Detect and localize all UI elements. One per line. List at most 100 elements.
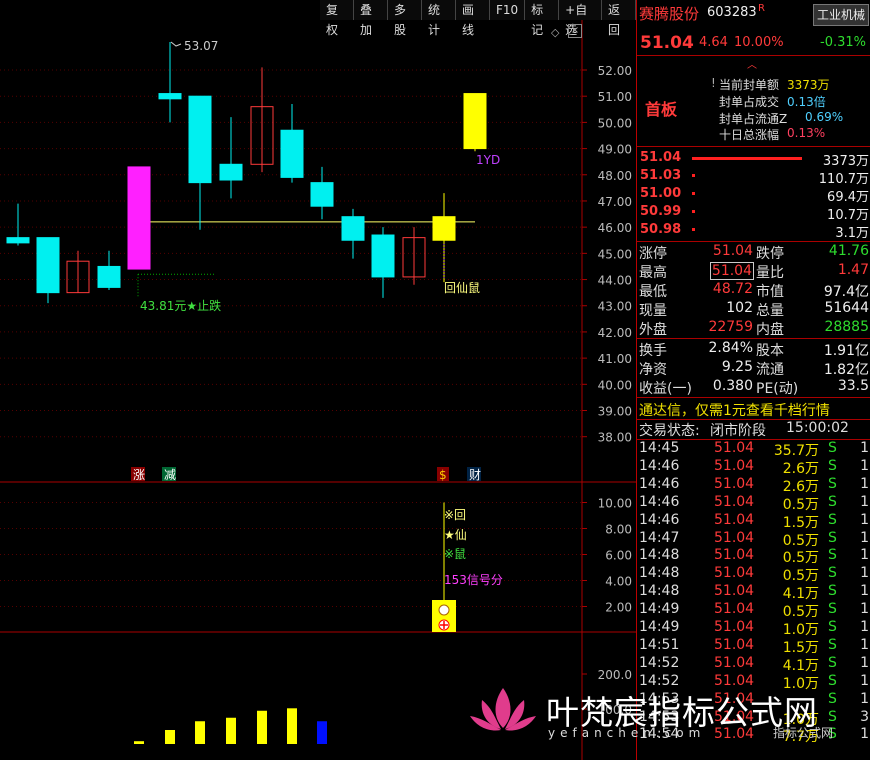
collapse-icon[interactable]: ︿ [747, 56, 757, 71]
candle-body [6, 237, 30, 244]
indicator-tick-label: 10.00 [598, 497, 632, 511]
watermark-url: yefanchen.com [548, 726, 706, 740]
fuquan-button[interactable]: 复权 [320, 0, 354, 37]
tick-price: 51.04 [714, 457, 755, 474]
tick-price: 51.04 [714, 547, 755, 564]
back-button[interactable]: 返回 [601, 0, 636, 37]
add-watchlist-button[interactable]: +自选 [559, 0, 602, 37]
quote-value: 22759 [708, 319, 753, 335]
tick-price: 51.04 [714, 493, 755, 510]
tick-price: 51.04 [714, 583, 755, 600]
tick-count: 1 [860, 636, 869, 653]
quote-key: 换手 [639, 343, 667, 359]
multi-stock-button[interactable]: 多股 [388, 0, 422, 37]
close-icon[interactable]: × [568, 24, 582, 38]
tick-price: 51.04 [714, 475, 755, 492]
volume-bar [195, 721, 205, 744]
yd-label: 1YD [476, 153, 500, 167]
candle-body [280, 129, 304, 178]
toolbar: 复权 叠加 多股 统计 画线 F10 标记 +自选 返回 [320, 0, 636, 37]
book-price: 50.99 [640, 204, 682, 219]
tick-side: S [828, 529, 837, 546]
draw-line-button[interactable]: 画线 [456, 0, 490, 37]
book-volume: 3.1万 [835, 226, 869, 241]
kline-chart[interactable]: 52.00 51.00 50.00 49.00 48.00 47.00 46.00 45.00… [0, 0, 636, 760]
watermark-tag: 指标公式网 [773, 726, 834, 740]
limit-value: 3373万 [787, 78, 830, 92]
diamond-icon[interactable]: ◇ [551, 26, 559, 39]
quote-key: 股本 [756, 343, 784, 359]
price-tick-label: 49.00 [598, 143, 632, 157]
price-tick-label: 51.00 [598, 90, 632, 104]
sector-button[interactable]: 工业机械 [813, 4, 869, 26]
tick-count: 1 [860, 547, 869, 564]
quote-key: 涨停 [639, 246, 667, 262]
status-time: 15:00:02 [786, 420, 849, 436]
signal-label: 回仙鼠 [444, 281, 480, 295]
quote-key: 市值 [756, 284, 784, 300]
candle-body [463, 93, 487, 150]
rzrq-flag: R [758, 3, 765, 14]
quote-value: 1.91亿 [823, 343, 869, 359]
tick-time: 14:46 [639, 475, 680, 492]
limit-value: 0.13倍 [787, 95, 826, 109]
promo-link[interactable]: 通达信，仅需1元查看千档行情 [639, 400, 870, 420]
volume-bar [257, 710, 267, 744]
mark-button[interactable]: 标记 [525, 0, 560, 37]
tick-time: 14:51 [639, 636, 680, 653]
tick-price: 51.04 [714, 565, 755, 582]
book-price: 50.98 [640, 222, 682, 237]
tick-time: 14:47 [639, 529, 680, 546]
quote-key: 净资 [639, 362, 667, 378]
book-bar [692, 228, 695, 231]
tick-price: 51.04 [714, 636, 755, 653]
limit-key: 十日总涨幅 [719, 128, 780, 142]
quote-key: PE(动) [756, 381, 799, 397]
tick-side: S [828, 511, 837, 528]
tick-price: 51.04 [714, 511, 755, 528]
tick-count: 1 [860, 619, 869, 635]
limit-value: 0.69% [805, 110, 844, 124]
cai-marker: 财 [469, 468, 481, 482]
limit-key: 当前封单额 [719, 78, 780, 92]
book-price: 51.00 [640, 186, 682, 201]
tick-row: 14:46 51.04 0.5万 S 1 [637, 493, 870, 513]
high-label: 53.07 [184, 39, 218, 53]
tick-count: 1 [860, 601, 869, 618]
high-pointer [170, 41, 182, 47]
sector-change: -0.31% [820, 35, 866, 50]
tick-row: 14:46 51.04 1.5万 S 1 [637, 511, 870, 531]
quote-key: 总量 [756, 303, 784, 319]
tick-side: S [828, 440, 837, 456]
indicator-tick-label: 4.00 [605, 575, 632, 589]
first-board-tag: 首板 [645, 100, 678, 119]
quote-key: 流通 [756, 362, 784, 378]
status-label: 交易状态: [639, 423, 700, 439]
quote-value: 51644 [824, 300, 869, 316]
tick-row: 14:48 51.04 0.5万 S 1 [637, 547, 870, 566]
f10-button[interactable]: F10 [490, 0, 526, 20]
price-tick-label: 42.00 [598, 326, 632, 340]
book-bar [692, 210, 695, 213]
price-tick-label: 39.00 [598, 405, 632, 419]
indicator-label: ※回 [444, 508, 466, 522]
tick-time: 14:46 [639, 457, 680, 474]
tick-side: S [828, 619, 837, 635]
tick-side: S [828, 654, 837, 671]
tick-row: 14:48 51.04 0.5万 S 1 [637, 565, 870, 584]
tick-side: S [828, 601, 837, 618]
statistics-button[interactable]: 统计 [422, 0, 456, 37]
overlay-button[interactable]: 叠加 [354, 0, 388, 37]
price-tick-label: 44.00 [598, 274, 632, 288]
limit-key: 封单占流通Z [719, 112, 788, 126]
candle-body [158, 93, 182, 100]
quote-panel: 赛腾股份 603283 R 工业机械 51.04 4.64 10.00% -0.… [636, 0, 870, 760]
quote-value: 48.72 [712, 281, 753, 297]
tick-row: 14:52 51.04 4.1万 S 1 [637, 654, 870, 674]
tick-count: 1 [860, 440, 869, 456]
tick-count: 1 [860, 583, 869, 600]
book-bar [692, 192, 695, 195]
zhang-marker: 涨 [133, 467, 145, 482]
indicator-tick-label: 6.00 [605, 549, 632, 563]
book-volume: 110.7万 [818, 172, 869, 187]
